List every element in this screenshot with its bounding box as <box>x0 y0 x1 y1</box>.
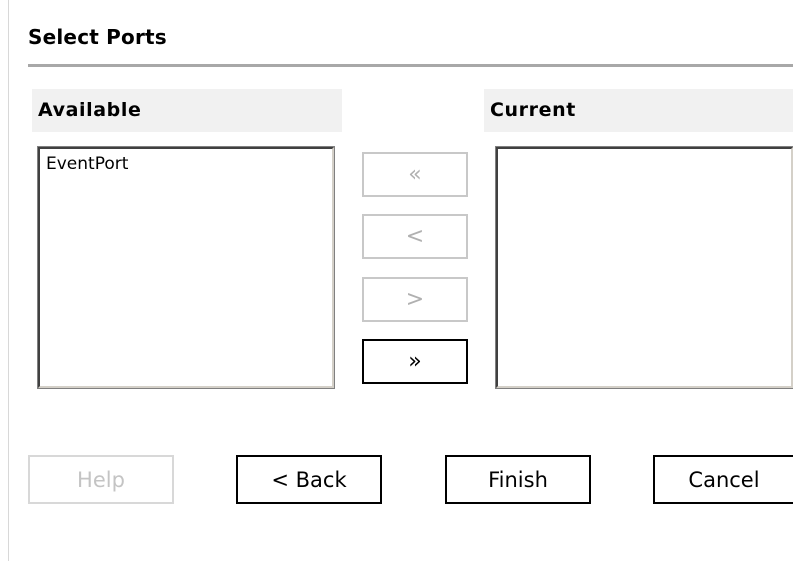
select-ports-dialog: Select Ports Available Current EventPort… <box>0 0 793 561</box>
help-button[interactable]: Help <box>28 455 174 504</box>
current-listbox[interactable] <box>496 147 793 388</box>
current-header: Current <box>484 89 793 132</box>
remove-all-button[interactable]: « <box>362 152 468 197</box>
finish-button[interactable]: Finish <box>445 455 591 504</box>
add-all-button[interactable]: » <box>362 339 468 384</box>
available-listbox[interactable]: EventPort <box>38 147 334 388</box>
add-button[interactable]: > <box>362 277 468 322</box>
dialog-title: Select Ports <box>28 25 167 49</box>
back-button[interactable]: < Back <box>236 455 382 504</box>
remove-button[interactable]: < <box>362 214 468 259</box>
cancel-button[interactable]: Cancel <box>653 455 793 504</box>
available-header: Available <box>32 89 342 132</box>
left-divider <box>8 0 9 561</box>
title-divider <box>28 64 793 67</box>
list-item[interactable]: EventPort <box>40 149 332 179</box>
